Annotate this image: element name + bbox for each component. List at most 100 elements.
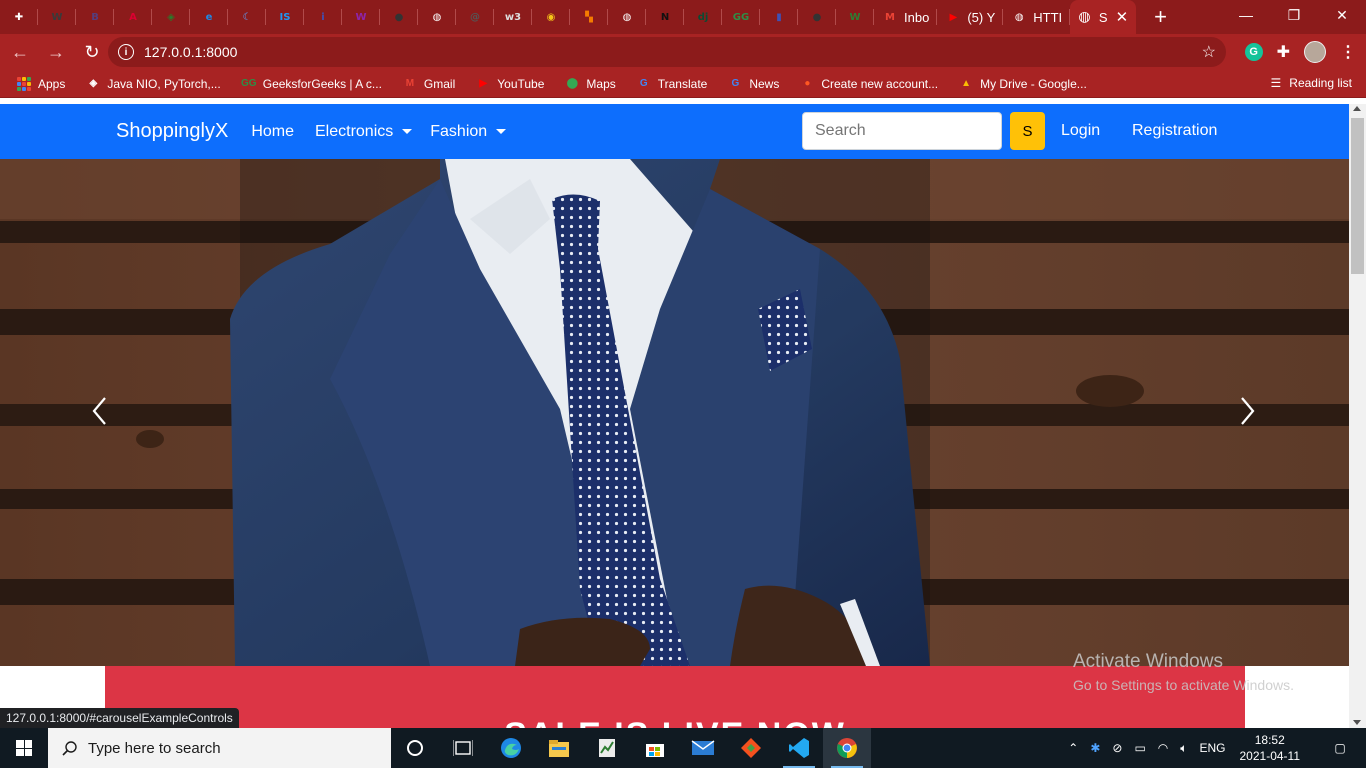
bookmark-item[interactable]: ⬤ Maps [564, 76, 616, 92]
bookmark-item[interactable]: G Translate [636, 76, 707, 92]
login-link[interactable]: Login [1061, 122, 1100, 140]
pinned-tab[interactable]: @ [456, 0, 494, 34]
menu-kebab-icon[interactable]: ⋮ [1340, 42, 1356, 62]
tab-label: (5) Y [967, 9, 996, 25]
system-clock[interactable]: 18:52 2021-04-11 [1240, 732, 1301, 764]
taskbar-search-box[interactable]: Type here to search [48, 728, 391, 768]
pinned-tab[interactable]: ◉ [532, 0, 570, 34]
spreadsheet-icon [599, 739, 615, 757]
scroll-down-arrow-icon[interactable] [1353, 720, 1361, 725]
pinned-tab[interactable]: ✚ [0, 0, 38, 34]
create-account-bookmark-icon: ● [804, 78, 811, 89]
pinned-tab[interactable]: ☾ [228, 0, 266, 34]
bookmark-item[interactable]: ▲ My Drive - Google... [958, 76, 1087, 92]
pinned-tab[interactable]: ◍ [418, 0, 456, 34]
reading-list-button[interactable]: ☰ Reading list [1271, 76, 1352, 90]
tray-chevron-up-icon[interactable]: ⌃ [1068, 741, 1078, 755]
taskbar-git[interactable] [727, 728, 775, 768]
carousel-prev-button[interactable] [80, 391, 120, 431]
pinned-tab[interactable]: ▮ [760, 0, 798, 34]
taskbar-chrome[interactable] [823, 728, 871, 768]
search-input[interactable] [802, 112, 1002, 150]
nav-electronics-dropdown[interactable]: Electronics [315, 123, 413, 141]
pinned-tab[interactable]: N [646, 0, 684, 34]
notification-icon[interactable]: ▢ [1320, 741, 1360, 755]
battery-icon[interactable]: ▭ [1134, 741, 1145, 755]
bookmarks-bar: Apps ◈ Java NIO, PyTorch,... GG GeeksforGeek… [0, 70, 1366, 98]
chrome-icon [837, 738, 857, 758]
taskbar-sheet-app[interactable] [583, 728, 631, 768]
pinned-tab[interactable]: ◍ [608, 0, 646, 34]
pinned-tab[interactable]: i [304, 0, 342, 34]
pinned-tab[interactable]: ● [380, 0, 418, 34]
browser-toolbar: ← → ↻ i 127.0.0.1:8000 ☆ G ✚ ⋮ [0, 34, 1366, 70]
pinned-tab[interactable]: B [76, 0, 114, 34]
pinned-tab[interactable]: W [342, 0, 380, 34]
tab-active-shopping[interactable]: ◍ S ✕ [1070, 0, 1137, 34]
brand-logo[interactable]: ShoppinglyX [116, 120, 228, 143]
bookmark-item[interactable]: GG GeeksforGeeks | A c... [241, 76, 382, 92]
maximize-button[interactable]: ❐ [1270, 0, 1318, 30]
browser-tab[interactable]: ▶ (5) Y [937, 0, 1004, 34]
site-info-icon[interactable]: i [118, 44, 134, 60]
profile-avatar[interactable] [1304, 41, 1326, 63]
pinned-tab[interactable]: IS [266, 0, 304, 34]
start-button[interactable] [0, 728, 48, 768]
forward-arrow-icon[interactable]: → [40, 36, 72, 68]
nav-fashion-dropdown[interactable]: Fashion [430, 123, 507, 141]
address-bar[interactable]: i 127.0.0.1:8000 ☆ [108, 37, 1226, 67]
w-green-tab-icon: W [849, 11, 861, 23]
registration-link[interactable]: Registration [1132, 122, 1217, 140]
new-tab-button[interactable]: + [1154, 4, 1167, 30]
scrollbar-thumb[interactable] [1351, 118, 1364, 274]
wifi-icon[interactable]: ◠ [1158, 741, 1168, 755]
close-window-button[interactable]: ✕ [1318, 0, 1366, 30]
scroll-up-arrow-icon[interactable] [1353, 106, 1361, 111]
bookmark-item[interactable]: G News [727, 76, 779, 92]
window-controls: — ❐ ✕ [1222, 0, 1366, 34]
grammarly-extension-icon[interactable]: G [1244, 43, 1263, 61]
extensions-puzzle-icon[interactable]: ✚ [1277, 42, 1290, 62]
browser-tab[interactable]: M Inbo [874, 0, 938, 34]
pinned-tab[interactable]: A [114, 0, 152, 34]
bookmark-star-icon[interactable]: ☆ [1202, 42, 1216, 62]
task-view-button[interactable] [439, 728, 487, 768]
back-arrow-icon[interactable]: ← [4, 36, 36, 68]
bluetooth-icon[interactable]: ✱ [1090, 741, 1100, 755]
taskbar-mail[interactable] [679, 728, 727, 768]
pinned-tab[interactable]: e [190, 0, 228, 34]
page-scrollbar[interactable] [1349, 104, 1366, 728]
cortana-button[interactable] [391, 728, 439, 768]
reading-list-icon: ☰ [1270, 76, 1282, 90]
taskbar-file-explorer[interactable] [535, 728, 583, 768]
taskbar-store[interactable] [631, 728, 679, 768]
tab-close-icon[interactable]: ✕ [1116, 8, 1129, 26]
bookmark-item[interactable]: Apps [16, 76, 65, 92]
taskbar-vscode[interactable] [775, 728, 823, 768]
carousel-next-button[interactable] [1227, 391, 1267, 431]
bookmark-item[interactable]: ● Create new account... [799, 76, 938, 92]
bookmark-item[interactable]: ◈ Java NIO, PyTorch,... [85, 76, 221, 92]
search-button[interactable]: S [1010, 112, 1045, 150]
volume-icon[interactable]: 🔈︎ [1180, 741, 1187, 756]
bookmark-item[interactable]: M Gmail [402, 76, 456, 92]
tab-label: HTTI [1033, 9, 1063, 25]
nav-home[interactable]: Home [251, 123, 294, 141]
network-error-icon[interactable]: ⊘ [1112, 741, 1122, 755]
pinned-tab[interactable]: ◈ [152, 0, 190, 34]
bookmark-item[interactable]: ▶ YouTube [475, 76, 544, 92]
browser-tab[interactable]: ◍ HTTI [1003, 0, 1071, 34]
pinned-tab[interactable]: GG [722, 0, 760, 34]
reload-icon[interactable]: ↻ [76, 36, 108, 68]
pinned-tab[interactable]: w3 [494, 0, 532, 34]
pinned-tab[interactable]: dj [684, 0, 722, 34]
pinned-tab[interactable]: W [836, 0, 874, 34]
pinned-tab[interactable]: W [38, 0, 76, 34]
minimize-button[interactable]: — [1222, 0, 1270, 30]
language-indicator[interactable]: ENG [1199, 741, 1225, 755]
bookmark-label: Apps [38, 76, 66, 91]
taskbar-edge[interactable] [487, 728, 535, 768]
pinned-tab[interactable]: ▚ [570, 0, 608, 34]
pinned-tab[interactable]: ● [798, 0, 836, 34]
browser-tab-strip: ✚ W B A ◈ e ☾ IS i W ● ◍ @ w3 ◉ ▚ ◍ Ndj GG ▮ ● W M Inbo ▶ (5) Y ◍… [0, 0, 1366, 34]
